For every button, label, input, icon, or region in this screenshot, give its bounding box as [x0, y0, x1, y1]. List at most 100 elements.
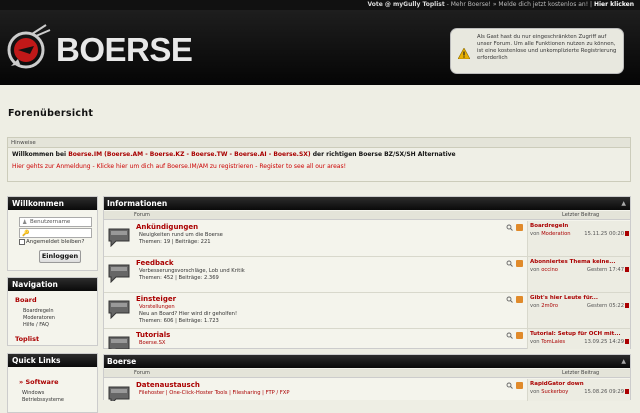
column-last-post: Letzter Beitrag — [562, 370, 600, 376]
last-post-author-link[interactable]: 2m0ro — [541, 303, 558, 309]
last-post-author: von Suckerboy — [530, 389, 569, 395]
login-title: Willkommen — [8, 197, 97, 210]
navigation-panel: Navigation Board Boardregeln Moderatoren… — [7, 277, 98, 346]
remember-checkbox[interactable]: Angemeldet bleiben? — [19, 239, 84, 245]
login-panel: Willkommen ♟ Benutzername 🔑 Angemeldet bl… — [7, 196, 98, 271]
last-post-author-link[interactable]: occino — [541, 267, 558, 273]
last-post-title-link[interactable]: Abonniertes Thema keine... — [530, 259, 615, 265]
last-post-title-link[interactable]: Boardregeln — [530, 223, 568, 229]
column-header: Forum Letzter Beitrag — [104, 369, 630, 378]
forum-description: Neu an Board? Hier wird dir geholfen! — [139, 311, 238, 317]
category-informationen: Informationen ▲ Forum Letzter Beitrag Ankü… — [103, 196, 631, 349]
column-header: Forum Letzter Beitrag — [104, 211, 630, 220]
forum-stats: Themen: 606 | Beiträge: 1.723 — [139, 318, 219, 324]
forum-row: Tutorials Boerse.SX Tutorial: Setup für … — [104, 329, 630, 349]
checkbox-box[interactable] — [19, 239, 25, 245]
last-post-title-link[interactable]: RapidGator down — [530, 381, 584, 387]
nav-item-help[interactable]: Hilfe / FAQ — [23, 322, 49, 328]
password-input[interactable]: 🔑 — [19, 228, 92, 238]
forum-title-link[interactable]: Datenaustausch — [136, 381, 200, 389]
forum-bubble-icon — [108, 336, 130, 349]
go-to-post-icon[interactable] — [625, 339, 629, 344]
vote-link[interactable]: Vote @ myGully Toplist — [367, 1, 444, 8]
search-icon[interactable] — [506, 260, 513, 267]
search-icon[interactable] — [506, 332, 513, 339]
go-to-post-icon[interactable] — [625, 389, 629, 394]
last-post-cell: Abonniertes Thema keine... von occino Ge… — [527, 257, 630, 292]
forum-row: Feedback Verbesserungsvorschläge, Lob un… — [104, 257, 630, 293]
quick-link-os[interactable]: Betriebssysteme — [22, 397, 64, 403]
quick-link-software[interactable]: Software — [19, 378, 58, 386]
notice-heading: Hinweise — [8, 138, 630, 148]
nav-item-rules[interactable]: Boardregeln — [23, 308, 54, 314]
forum-description: Verbesserungsvorschläge, Lob und Kritik — [139, 268, 245, 274]
welcome-sites-link[interactable]: Boerse.IM (Boerse.AM - Boerse.KZ - Boers… — [68, 151, 310, 158]
register-link[interactable]: Hier klicken — [594, 1, 634, 8]
page-title: Forenübersicht — [8, 108, 94, 119]
notice-box: Hinweise Willkommen bei Boerse.IM (Boers… — [7, 137, 631, 182]
last-post-title-link[interactable]: Gibt's hier Leute für... — [530, 295, 598, 301]
forum-title-link[interactable]: Tutorials — [136, 331, 170, 339]
subforum-link[interactable]: Vorstellungen — [139, 304, 175, 310]
login-button[interactable]: Einloggen — [39, 250, 81, 263]
last-post-cell: Boardregeln von Moderation 15.11.25 00:2… — [527, 221, 630, 256]
guest-notice: Als Gast hast du nur eingeschränkten Zug… — [450, 28, 624, 74]
username-input[interactable]: ♟ Benutzername — [19, 217, 92, 227]
forum-title-link[interactable]: Einsteiger — [136, 295, 176, 303]
last-post-date: 15.11.25 00:20 — [584, 231, 624, 237]
rss-icon[interactable] — [516, 332, 523, 339]
last-post-author-link[interactable]: Moderation — [541, 231, 570, 237]
forum-description: Neuigkeiten rund um die Boerse — [139, 232, 223, 238]
welcome-line: Willkommen bei Boerse.IM (Boerse.AM - Bo… — [8, 148, 630, 158]
register-line-link[interactable]: Hier gehts zur Anmeldung - Klicke hier u… — [8, 158, 630, 170]
navigation-title: Navigation — [8, 278, 97, 291]
go-to-post-icon[interactable] — [625, 231, 629, 236]
forum-row: Datenaustausch Filehoster | One-Click-Ho… — [104, 379, 630, 401]
search-icon[interactable] — [506, 224, 513, 231]
forum-stats: Themen: 452 | Beiträge: 2.369 — [139, 275, 219, 281]
last-post-cell: Gibt's hier Leute für... von 2m0ro Geste… — [527, 293, 630, 328]
last-post-author: von Moderation — [530, 231, 571, 237]
quick-link-windows[interactable]: Windows — [22, 390, 44, 396]
logo-text[interactable]: BOERSE — [56, 31, 193, 69]
column-last-post: Letzter Beitrag — [562, 212, 600, 218]
forum-bubble-icon — [108, 300, 130, 319]
site-header: BOERSE Als Gast hast du nur eingeschränk… — [0, 10, 640, 85]
last-post-date: Gestern 05:22 — [586, 303, 624, 309]
forum-title-link[interactable]: Ankündigungen — [136, 223, 198, 231]
collapse-icon[interactable]: ▲ — [621, 197, 626, 210]
nav-board-link[interactable]: Board — [15, 296, 37, 304]
last-post-author: von TomLaies — [530, 339, 566, 345]
quick-links-title: Quick Links — [8, 354, 97, 367]
top-bar: Vote @ myGully Toplist - Mehr Boerse! » … — [0, 0, 640, 10]
collapse-icon[interactable]: ▲ — [621, 355, 626, 368]
nav-item-moderators[interactable]: Moderatoren — [23, 315, 55, 321]
forum-title-link[interactable]: Feedback — [136, 259, 174, 267]
forum-row: Ankündigungen Neuigkeiten rund um die Bo… — [104, 221, 630, 257]
rss-icon[interactable] — [516, 296, 523, 303]
rss-icon[interactable] — [516, 224, 523, 231]
column-forum: Forum — [134, 370, 150, 376]
search-icon[interactable] — [506, 382, 513, 389]
rss-icon[interactable] — [516, 382, 523, 389]
last-post-date: 13.09.25 14:29 — [584, 339, 624, 345]
subforum-links[interactable]: Filehoster | One-Click-Hoster Tools | Fi… — [139, 390, 289, 396]
last-post-title-link[interactable]: Tutorial: Setup für OCH mit... — [530, 331, 621, 337]
logo-icon[interactable] — [6, 24, 52, 70]
rss-icon[interactable] — [516, 260, 523, 267]
last-post-date: 15.08.26 09:29 — [584, 389, 624, 395]
last-post-author-link[interactable]: Suckerboy — [541, 389, 568, 395]
quick-links-panel: Quick Links Software Windows Betriebssys… — [7, 353, 98, 413]
subforum-link[interactable]: Boerse.SX — [139, 340, 165, 346]
last-post-author: von 2m0ro — [530, 303, 559, 309]
last-post-author-link[interactable]: TomLaies — [541, 339, 565, 345]
search-icon[interactable] — [506, 296, 513, 303]
last-post-author: von occino — [530, 267, 558, 273]
go-to-post-icon[interactable] — [625, 303, 629, 308]
forum-bubble-icon — [108, 264, 130, 283]
last-post-date: Gestern 17:47 — [586, 267, 624, 273]
guest-notice-text: Als Gast hast du nur eingeschränkten Zug… — [477, 34, 617, 61]
go-to-post-icon[interactable] — [625, 267, 629, 272]
nav-toplist-link[interactable]: Toplist — [15, 335, 39, 343]
welcome-prefix: Willkommen bei — [12, 151, 69, 158]
